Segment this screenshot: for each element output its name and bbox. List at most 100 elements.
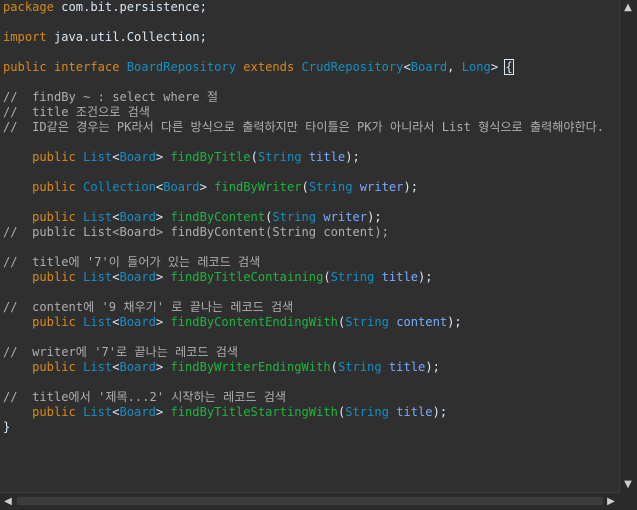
code-line[interactable]: package com.bit.persistence;	[3, 0, 604, 15]
code-token: <	[112, 360, 120, 374]
type-token: Board	[119, 150, 156, 164]
code-line[interactable]: ​	[3, 45, 604, 60]
code-token: <	[112, 210, 120, 224]
code-line[interactable]: public List<Board> findByContent(String …	[3, 210, 604, 225]
code-line[interactable]: }	[0, 420, 620, 435]
type-token: Board	[410, 60, 448, 74]
type-token: List	[83, 150, 113, 164]
code-line[interactable]: // public List<Board> findByContent(Stri…	[3, 225, 604, 240]
method-token: findByContent	[170, 210, 266, 224]
comment-token: // title에서 '제목...2' 시작하는 레코드 검색	[3, 390, 286, 404]
code-line[interactable]: // title에 '7'이 들어가 있는 레코드 검색	[3, 255, 604, 270]
keyword-token: public	[3, 60, 47, 74]
type-token: Board	[119, 315, 156, 329]
code-line[interactable]: // title 조건으로 검색	[3, 105, 604, 120]
method-token: findByTitleStartingWith	[170, 405, 338, 419]
code-line[interactable]: ​	[3, 195, 604, 210]
code-token: >	[155, 150, 171, 164]
code-area[interactable]: package com.bit.persistence;​import java…	[0, 0, 620, 435]
code-token: ,	[447, 60, 462, 74]
keyword-token: interface	[53, 60, 120, 74]
code-token: <	[112, 315, 120, 329]
code-line[interactable]: ​	[3, 285, 604, 300]
type-token: Long	[461, 60, 491, 74]
scroll-up-arrow-icon[interactable]: ▲	[622, 3, 634, 13]
keyword-token: extends	[243, 60, 295, 74]
code-line[interactable]: // content에 '9 채우기' 로 끝나는 레코드 검색	[3, 300, 604, 315]
code-line[interactable]: ​	[3, 165, 604, 180]
keyword-token: import	[3, 30, 47, 44]
type-token: String	[257, 150, 302, 164]
comment-token: // public List<Board> findByContent(Stri…	[3, 225, 389, 239]
code-line[interactable]: // title에서 '제목...2' 시작하는 레코드 검색	[3, 390, 604, 405]
type-token: Collection	[83, 180, 156, 194]
type-token: String	[337, 360, 382, 374]
code-line[interactable]: ​	[3, 75, 604, 90]
code-token: );	[432, 405, 448, 419]
type-token: List	[83, 270, 113, 284]
code-line[interactable]: ​	[3, 330, 604, 345]
type-token: Board	[119, 360, 156, 374]
code-line[interactable]: // findBy ~ : select where 절	[3, 90, 604, 105]
vertical-scrollbar[interactable]: ▲ ▼	[619, 0, 637, 493]
scroll-left-arrow-icon[interactable]: ◀	[2, 497, 14, 507]
code-line[interactable]: public List<Board> findByWriterEndingWit…	[3, 360, 604, 375]
parameter-token: writer	[359, 180, 404, 194]
code-line[interactable]: ​	[3, 15, 604, 30]
scroll-right-arrow-icon[interactable]: ▶	[605, 497, 617, 507]
type-token: List	[83, 210, 113, 224]
keyword-token: public	[32, 315, 76, 329]
method-token: findByWriterEndingWith	[170, 360, 331, 374]
code-token: >	[155, 405, 171, 419]
type-token: String	[345, 315, 389, 329]
horizontal-scrollbar[interactable]: ◀ ▶	[0, 492, 620, 510]
comment-token: // title 조건으로 검색	[3, 105, 150, 119]
code-token: java.util.Collection;	[46, 30, 207, 44]
code-line[interactable]: public interface BoardRepository extends…	[3, 59, 604, 75]
code-line[interactable]: public List<Board> findByContentEndingWi…	[3, 315, 604, 330]
parameter-token: title	[396, 405, 433, 419]
scroll-down-arrow-icon[interactable]: ▼	[622, 480, 634, 490]
code-line[interactable]: // ID같은 경우는 PK라서 다른 방식으로 출력하지만 타이틀은 PK가 …	[3, 120, 604, 135]
code-line[interactable]: public List<Board> findByTitleStartingWi…	[3, 405, 604, 420]
code-line[interactable]: public List<Board> findByTitle(String ti…	[3, 150, 604, 165]
code-token: >	[155, 315, 171, 329]
type-token: String	[272, 210, 317, 224]
comment-token: // writer에 '7'로 끝나는 레코드 검색	[3, 345, 239, 359]
code-token: com.bit.persistence;	[53, 0, 207, 14]
code-line[interactable]: import java.util.Collection;	[3, 30, 604, 45]
horizontal-scroll-thumb[interactable]	[17, 497, 603, 505]
code-line[interactable]: public List<Board> findByTitleContaining…	[3, 270, 604, 285]
type-token: Board	[163, 180, 200, 194]
comment-token: // ID같은 경우는 PK라서 다른 방식으로 출력하지만 타이틀은 PK가 …	[3, 120, 604, 134]
code-token: );	[345, 150, 360, 164]
code-line[interactable]: ​	[3, 240, 604, 255]
code-line[interactable]: ​	[3, 135, 604, 150]
parameter-token: title	[388, 360, 426, 374]
code-token: }	[3, 420, 11, 434]
code-token: );	[367, 210, 382, 224]
code-token: <	[112, 405, 120, 419]
comment-token: // title에 '7'이 들어가 있는 레코드 검색	[3, 255, 261, 269]
code-token: (	[301, 180, 309, 194]
code-token: >	[199, 180, 215, 194]
keyword-token: public	[32, 150, 76, 164]
type-token: Board	[119, 405, 156, 419]
type-token: Board	[119, 210, 156, 224]
code-token: );	[418, 270, 433, 284]
code-line[interactable]: ​	[3, 375, 604, 390]
type-token: String	[345, 405, 389, 419]
code-line[interactable]: // writer에 '7'로 끝나는 레코드 검색	[3, 345, 604, 360]
code-line[interactable]: public Collection<Board> findByWriter(St…	[3, 180, 604, 195]
code-editor[interactable]: package com.bit.persistence;​import java…	[0, 0, 620, 493]
